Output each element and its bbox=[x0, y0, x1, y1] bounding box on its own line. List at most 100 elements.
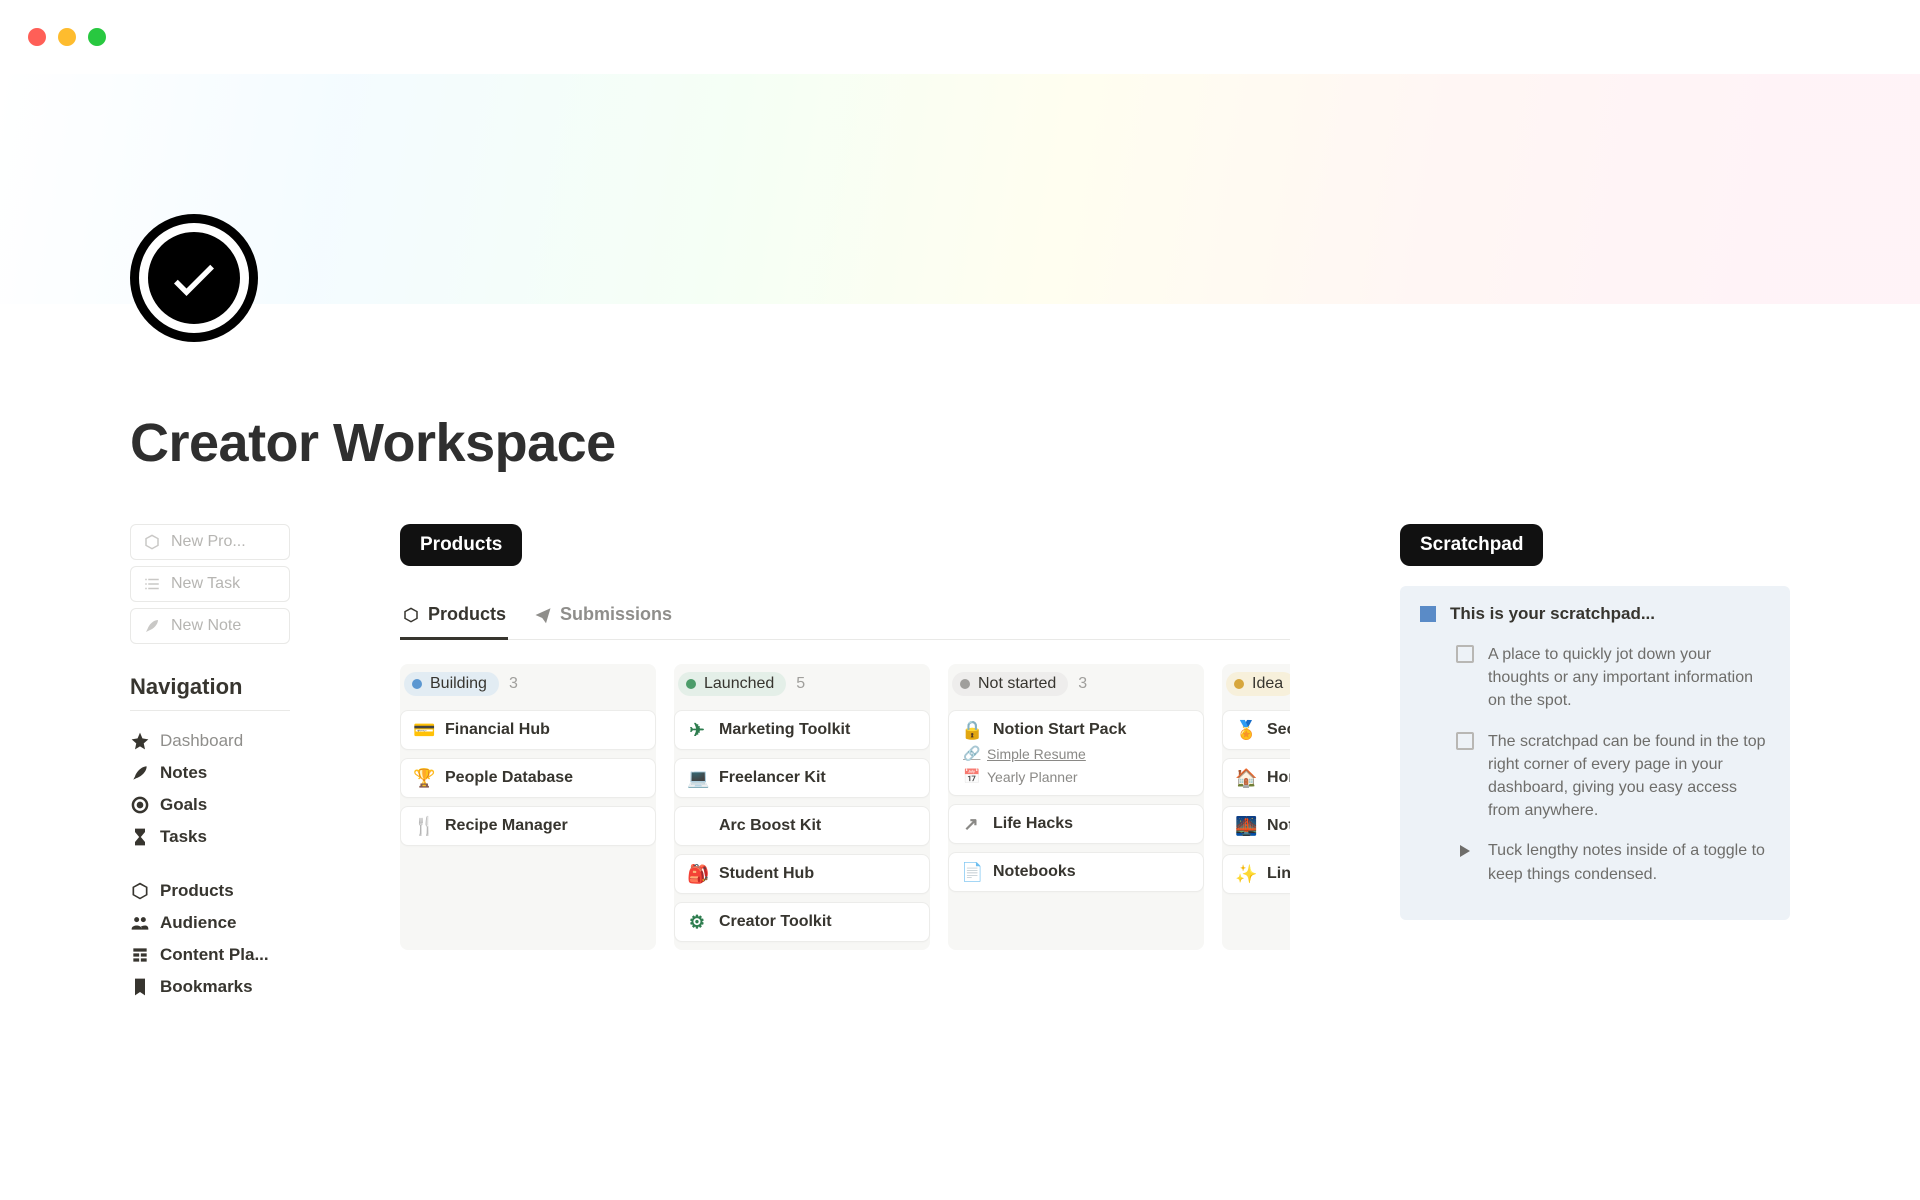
scratch-item-text: The scratchpad can be found in the top r… bbox=[1488, 730, 1770, 823]
card-icon: ✨ bbox=[1235, 865, 1255, 883]
center-column: Products Products Submissions Building 3 💳F… bbox=[400, 524, 1290, 950]
card-title: People Database bbox=[445, 769, 573, 787]
board-card[interactable]: 📄Notebooks bbox=[948, 852, 1204, 892]
status-dot-icon bbox=[960, 679, 970, 689]
tab-submissions[interactable]: Submissions bbox=[532, 600, 674, 640]
new-button-0[interactable]: New Pro... bbox=[130, 524, 290, 560]
card-icon: 🏆 bbox=[413, 769, 433, 787]
tab-products[interactable]: Products bbox=[400, 600, 508, 640]
right-column: Scratchpad This is your scratchpad... A … bbox=[1400, 524, 1790, 920]
column-count: 3 bbox=[509, 675, 518, 693]
nav-item-label: Notes bbox=[160, 763, 207, 783]
page-title: Creator Workspace bbox=[130, 412, 1790, 474]
card-icon: 🔒 bbox=[961, 721, 981, 739]
card-icon: 🎒 bbox=[687, 865, 707, 883]
column-count: 5 bbox=[796, 675, 805, 693]
board-card[interactable]: 💻Freelancer Kit bbox=[674, 758, 930, 798]
card-title: Recipe Manager bbox=[445, 817, 568, 835]
new-button-2[interactable]: New Note bbox=[130, 608, 290, 644]
new-button-1[interactable]: New Task bbox=[130, 566, 290, 602]
nav-item-label: Bookmarks bbox=[160, 977, 253, 997]
card-relation[interactable]: 📅 Yearly Planner bbox=[961, 768, 1191, 785]
card-title: Notion Start Pack bbox=[993, 721, 1126, 739]
relation-label: Simple Resume bbox=[987, 746, 1086, 762]
scratchpad-heading: This is your scratchpad... bbox=[1450, 604, 1655, 624]
board-card[interactable]: 💳Financial Hub bbox=[400, 710, 656, 750]
nav-item-notes[interactable]: Notes bbox=[130, 757, 290, 789]
board-card[interactable]: ✨ Link in Bic bbox=[1222, 854, 1290, 894]
status-label: Not started bbox=[978, 675, 1056, 693]
status-label: Launched bbox=[704, 675, 774, 693]
board-card[interactable]: 🏠 Home Mar bbox=[1222, 758, 1290, 798]
card-icon: 🏠 bbox=[1235, 769, 1255, 787]
status-chip[interactable]: Idea bbox=[1226, 672, 1290, 696]
relation-label: Yearly Planner bbox=[987, 769, 1078, 785]
toggle-triangle-icon[interactable] bbox=[1460, 845, 1470, 857]
board-card[interactable]: 🔒 Notion Start Pack 🔗 Simple Resume 📅 Yearly … bbox=[948, 710, 1204, 796]
checkbox[interactable] bbox=[1456, 645, 1474, 663]
nav-item-label: Products bbox=[160, 881, 234, 901]
close-window-button[interactable] bbox=[28, 28, 46, 46]
card-title: Link in Bic bbox=[1267, 865, 1290, 883]
status-dot-icon bbox=[1234, 679, 1244, 689]
nav-item-products[interactable]: Products bbox=[130, 875, 290, 907]
new-button-label: New Note bbox=[171, 617, 241, 635]
board-column-launched: Launched 5 ✈Marketing Toolkit 💻Freelancer K… bbox=[674, 664, 930, 950]
database-tabs: Products Submissions bbox=[400, 600, 1290, 640]
scratch-toggle-item: Tuck lengthy notes inside of a toggle to… bbox=[1420, 834, 1770, 897]
card-icon: 🏅 bbox=[1235, 721, 1255, 739]
page-icon[interactable] bbox=[130, 214, 258, 342]
card-icon: ⚙ bbox=[687, 913, 707, 931]
new-button-label: New Pro... bbox=[171, 533, 246, 551]
minimize-window-button[interactable] bbox=[58, 28, 76, 46]
nav-item-goals[interactable]: Goals bbox=[130, 789, 290, 821]
card-title: Home Mar bbox=[1267, 769, 1290, 787]
new-button-label: New Task bbox=[171, 575, 240, 593]
board-card[interactable]: 🎒 Student Hub bbox=[674, 854, 930, 894]
scratchpad-heading-pill: Scratchpad bbox=[1400, 524, 1543, 566]
checkmark-icon bbox=[164, 248, 224, 308]
nav-item-tasks[interactable]: Tasks bbox=[130, 821, 290, 853]
board-card[interactable]: 🏆 People Database bbox=[400, 758, 656, 798]
nav-item-label: Audience bbox=[160, 913, 237, 933]
card-title: Life Hacks bbox=[993, 815, 1073, 833]
checkbox[interactable] bbox=[1456, 732, 1474, 750]
tab-label: Products bbox=[428, 604, 506, 625]
kanban-board: Building 3 💳Financial Hub 🏆 People Database 🍴… bbox=[400, 664, 1290, 950]
left-column: New Pro...New TaskNew Note Navigation Da… bbox=[130, 524, 290, 1003]
board-card[interactable]: ⚙ Creator Toolkit bbox=[674, 902, 930, 942]
board-column-building: Building 3 💳Financial Hub 🏆 People Database 🍴… bbox=[400, 664, 656, 950]
fullscreen-window-button[interactable] bbox=[88, 28, 106, 46]
status-chip[interactable]: Not started bbox=[952, 672, 1068, 696]
status-label: Building bbox=[430, 675, 487, 693]
status-dot-icon bbox=[412, 679, 422, 689]
nav-item-bookmarks[interactable]: Bookmarks bbox=[130, 971, 290, 1003]
nav-item-dashboard[interactable]: Dashboard bbox=[130, 725, 290, 757]
board-column-not-started: Not started 3 🔒 Notion Start Pack 🔗 Simple Re… bbox=[948, 664, 1204, 950]
status-chip[interactable]: Building bbox=[404, 672, 499, 696]
scratch-todo-item: A place to quickly jot down your thought… bbox=[1420, 638, 1770, 725]
nav-item-content-pla-[interactable]: Content Pla... bbox=[130, 939, 290, 971]
board-card[interactable]: 🌉Notion Div bbox=[1222, 806, 1290, 846]
nav-item-audience[interactable]: Audience bbox=[130, 907, 290, 939]
scratch-item-text: A place to quickly jot down your thought… bbox=[1488, 643, 1770, 713]
relation-icon: 🔗 bbox=[963, 745, 979, 762]
board-column-idea: Idea4🏅Second Br🏠Home Mar🌉Notion Div✨Link… bbox=[1222, 664, 1290, 950]
board-card[interactable]: ✈Marketing Toolkit bbox=[674, 710, 930, 750]
card-title: Student Hub bbox=[719, 865, 814, 883]
status-chip[interactable]: Launched bbox=[678, 672, 786, 696]
board-card[interactable]: ↗ Life Hacks bbox=[948, 804, 1204, 844]
card-relation[interactable]: 🔗 Simple Resume bbox=[961, 745, 1191, 762]
column-count: 3 bbox=[1078, 675, 1087, 693]
traffic-lights bbox=[0, 0, 1920, 74]
card-icon: ↗ bbox=[961, 815, 981, 833]
card-title: Creator Toolkit bbox=[719, 913, 832, 931]
card-title: Notion Div bbox=[1267, 817, 1290, 835]
board-card[interactable]: 🍴Recipe Manager bbox=[400, 806, 656, 846]
status-dot-icon bbox=[686, 679, 696, 689]
card-title: Arc Boost Kit bbox=[719, 817, 821, 835]
nav-item-label: Dashboard bbox=[160, 731, 243, 751]
board-card[interactable]: Arc Boost Kit bbox=[674, 806, 930, 846]
board-card[interactable]: 🏅Second Br bbox=[1222, 710, 1290, 750]
relation-icon: 📅 bbox=[963, 768, 979, 785]
